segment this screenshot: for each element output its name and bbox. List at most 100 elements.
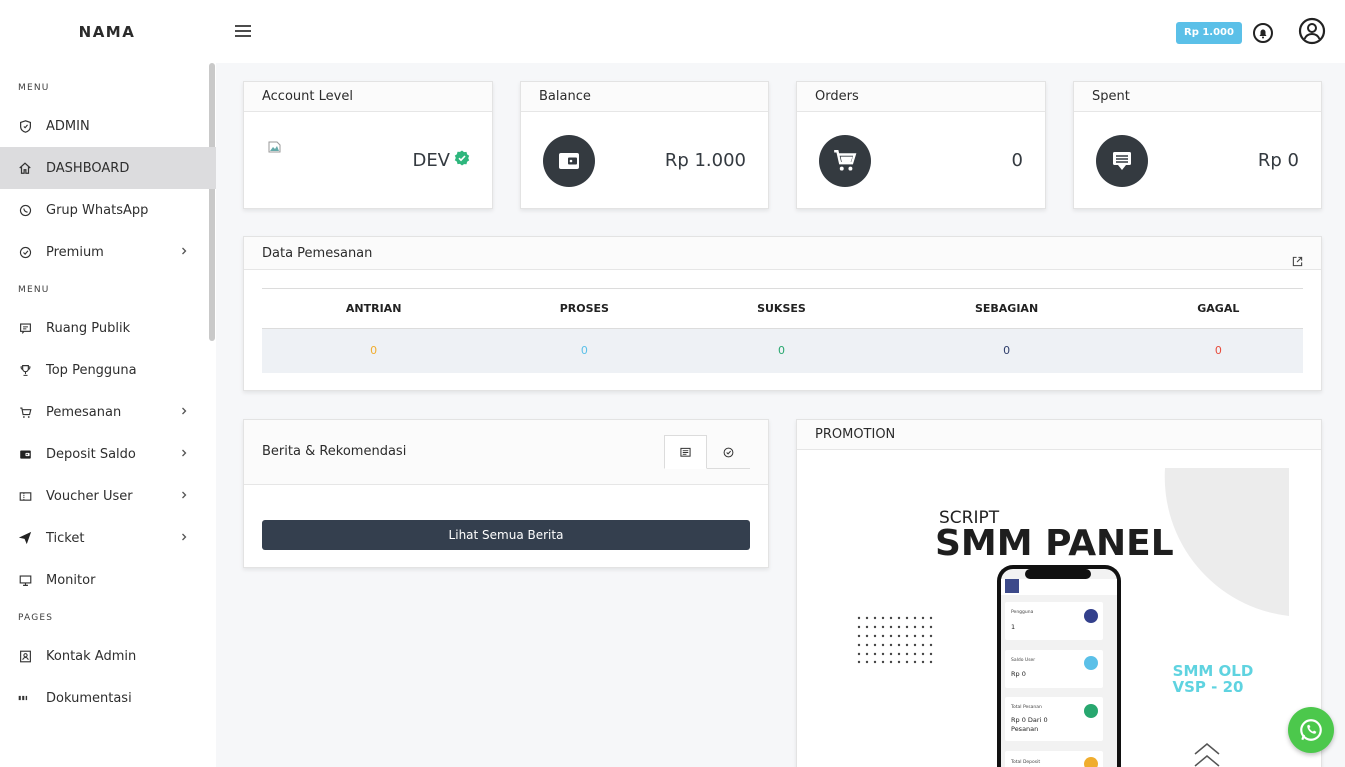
api-icon bbox=[18, 691, 32, 705]
col-antrian: ANTRIAN bbox=[262, 288, 486, 329]
promotion-panel: PROMOTION SCRIPT SMM PANEL SMM OLD VSP -… bbox=[796, 419, 1322, 767]
shield-icon bbox=[18, 119, 32, 133]
svg-text:Saldo User: Saldo User bbox=[1011, 657, 1035, 663]
chevron-right-icon bbox=[178, 245, 190, 257]
sidebar-item-label: Premium bbox=[46, 244, 104, 260]
promotion-banner[interactable]: SCRIPT SMM PANEL SMM OLD VSP - 20 Penggu… bbox=[815, 468, 1289, 767]
balance-card: Balance Rp 1.000 bbox=[520, 81, 769, 209]
section-title-menu: MENU bbox=[18, 83, 50, 93]
orders-value: 0 bbox=[1011, 150, 1023, 171]
news-title: Berita & Rekomendasi bbox=[262, 444, 407, 459]
sidebar-item-voucher-user[interactable]: Voucher User bbox=[0, 475, 216, 517]
sidebar-item-label: Deposit Saldo bbox=[46, 446, 136, 462]
sidebar: NAMA MENU ADMIN DASHBOARD Grup WhatsApp … bbox=[0, 0, 216, 767]
sidebar-item-label: Kontak Admin bbox=[46, 648, 137, 664]
sukses-value: 0 bbox=[683, 328, 880, 373]
section-title-menu-2: MENU bbox=[18, 285, 50, 295]
sidebar-item-dokumentasi[interactable]: Dokumentasi bbox=[0, 677, 216, 719]
svg-text:Rp 0: Rp 0 bbox=[1011, 670, 1026, 678]
sidebar-item-kontak-admin[interactable]: Kontak Admin bbox=[0, 635, 216, 677]
topbar: Rp 1.000 bbox=[216, 0, 1345, 63]
newspaper-icon bbox=[680, 447, 691, 457]
col-proses: PROSES bbox=[485, 288, 684, 329]
sidebar-item-premium[interactable]: Premium bbox=[0, 231, 216, 273]
sidebar-item-label: Monitor bbox=[46, 572, 96, 588]
svg-text:Pengguna: Pengguna bbox=[1011, 609, 1034, 615]
col-sukses: SUKSES bbox=[683, 288, 880, 329]
proses-value: 0 bbox=[485, 328, 684, 373]
news-header: Berita & Rekomendasi bbox=[244, 420, 768, 485]
tab-news[interactable] bbox=[664, 435, 707, 469]
sebagian-value: 0 bbox=[879, 328, 1134, 373]
sidebar-item-label: Ticket bbox=[46, 530, 85, 546]
sidebar-item-dashboard[interactable]: DASHBOARD bbox=[0, 147, 216, 189]
svg-text:1: 1 bbox=[1011, 623, 1015, 631]
col-gagal: GAGAL bbox=[1133, 288, 1303, 329]
sidebar-item-ticket[interactable]: Ticket bbox=[0, 517, 216, 559]
card-title: Spent bbox=[1074, 82, 1321, 112]
monitor-icon bbox=[18, 573, 32, 587]
verified-badge-icon bbox=[454, 150, 470, 171]
sidebar-item-label: Grup WhatsApp bbox=[46, 202, 149, 218]
svg-text:Total Pesanan: Total Pesanan bbox=[1010, 704, 1042, 710]
svg-text:Total Deposit: Total Deposit bbox=[1010, 759, 1040, 765]
chevron-right-icon bbox=[178, 489, 190, 501]
receipt-icon bbox=[1096, 135, 1148, 187]
sidebar-item-label: Ruang Publik bbox=[46, 320, 131, 336]
wallet-icon bbox=[18, 447, 32, 461]
balance-badge[interactable]: Rp 1.000 bbox=[1176, 22, 1242, 44]
orders-status-table: ANTRIAN PROSES SUKSES SEBAGIAN GAGAL 0 0… bbox=[262, 288, 1303, 373]
cart-icon bbox=[18, 405, 32, 419]
wallet-icon bbox=[543, 135, 595, 187]
table-row: 0 0 0 0 0 bbox=[262, 328, 1303, 373]
cart-icon bbox=[819, 135, 871, 187]
sidebar-item-label: ADMIN bbox=[46, 118, 90, 134]
balance-value: Rp 1.000 bbox=[664, 150, 746, 171]
col-sebagian: SEBAGIAN bbox=[879, 288, 1134, 329]
hamburger-menu-icon[interactable] bbox=[234, 22, 252, 40]
sidebar-item-ruang-publik[interactable]: Ruang Publik bbox=[0, 307, 216, 349]
check-circle-icon bbox=[723, 447, 734, 457]
svg-text:Pesanan: Pesanan bbox=[1011, 725, 1038, 733]
bell-icon[interactable] bbox=[1252, 22, 1274, 44]
chevron-right-icon bbox=[178, 447, 190, 459]
chevron-right-icon bbox=[178, 531, 190, 543]
home-icon bbox=[18, 161, 32, 175]
see-all-news-button[interactable]: Lihat Semua Berita bbox=[262, 520, 750, 550]
sidebar-item-label: Voucher User bbox=[46, 488, 133, 504]
orders-card: Orders 0 bbox=[796, 81, 1046, 209]
trophy-icon bbox=[18, 363, 32, 377]
brand-logo[interactable]: NAMA bbox=[0, 0, 216, 63]
level-image-icon bbox=[268, 138, 282, 153]
ticket-icon bbox=[18, 489, 32, 503]
spent-value: Rp 0 bbox=[1257, 150, 1299, 171]
panel-title-text: Data Pemesanan bbox=[262, 246, 373, 261]
sidebar-item-label: Top Pengguna bbox=[46, 362, 137, 378]
sidebar-item-monitor[interactable]: Monitor bbox=[0, 559, 216, 601]
sidebar-item-admin[interactable]: ADMIN bbox=[0, 105, 216, 147]
send-icon bbox=[18, 531, 32, 545]
check-circle-icon bbox=[18, 245, 32, 259]
whatsapp-float-button[interactable] bbox=[1288, 707, 1334, 753]
news-tabs bbox=[664, 435, 750, 469]
panel-title: Data Pemesanan bbox=[244, 237, 1321, 270]
user-account-icon[interactable] bbox=[1298, 17, 1326, 45]
svg-text:Rp 0 Dari 0: Rp 0 Dari 0 bbox=[1011, 716, 1048, 724]
data-pemesanan-panel: Data Pemesanan ANTRIAN PROSES SUKSES SEB… bbox=[243, 236, 1322, 391]
sidebar-item-pemesanan[interactable]: Pemesanan bbox=[0, 391, 216, 433]
sidebar-item-deposit-saldo[interactable]: Deposit Saldo bbox=[0, 433, 216, 475]
chat-icon bbox=[18, 321, 32, 335]
contact-icon bbox=[18, 649, 32, 663]
tab-recommendation[interactable] bbox=[707, 435, 750, 469]
external-link-icon[interactable] bbox=[1292, 247, 1303, 280]
promo-graphic: SCRIPT SMM PANEL SMM OLD VSP - 20 Penggu… bbox=[857, 468, 1289, 767]
chevron-right-icon bbox=[178, 405, 190, 417]
sidebar-item-grup-whatsapp[interactable]: Grup WhatsApp bbox=[0, 189, 216, 231]
sidebar-item-top-pengguna[interactable]: Top Pengguna bbox=[0, 349, 216, 391]
account-level-value: DEV bbox=[412, 150, 470, 171]
panel-title: PROMOTION bbox=[797, 420, 1321, 450]
account-level-card: Account Level DEV bbox=[243, 81, 493, 209]
spent-card: Spent Rp 0 bbox=[1073, 81, 1322, 209]
svg-text:VSP - 20: VSP - 20 bbox=[1173, 678, 1244, 696]
whatsapp-icon bbox=[18, 203, 32, 217]
